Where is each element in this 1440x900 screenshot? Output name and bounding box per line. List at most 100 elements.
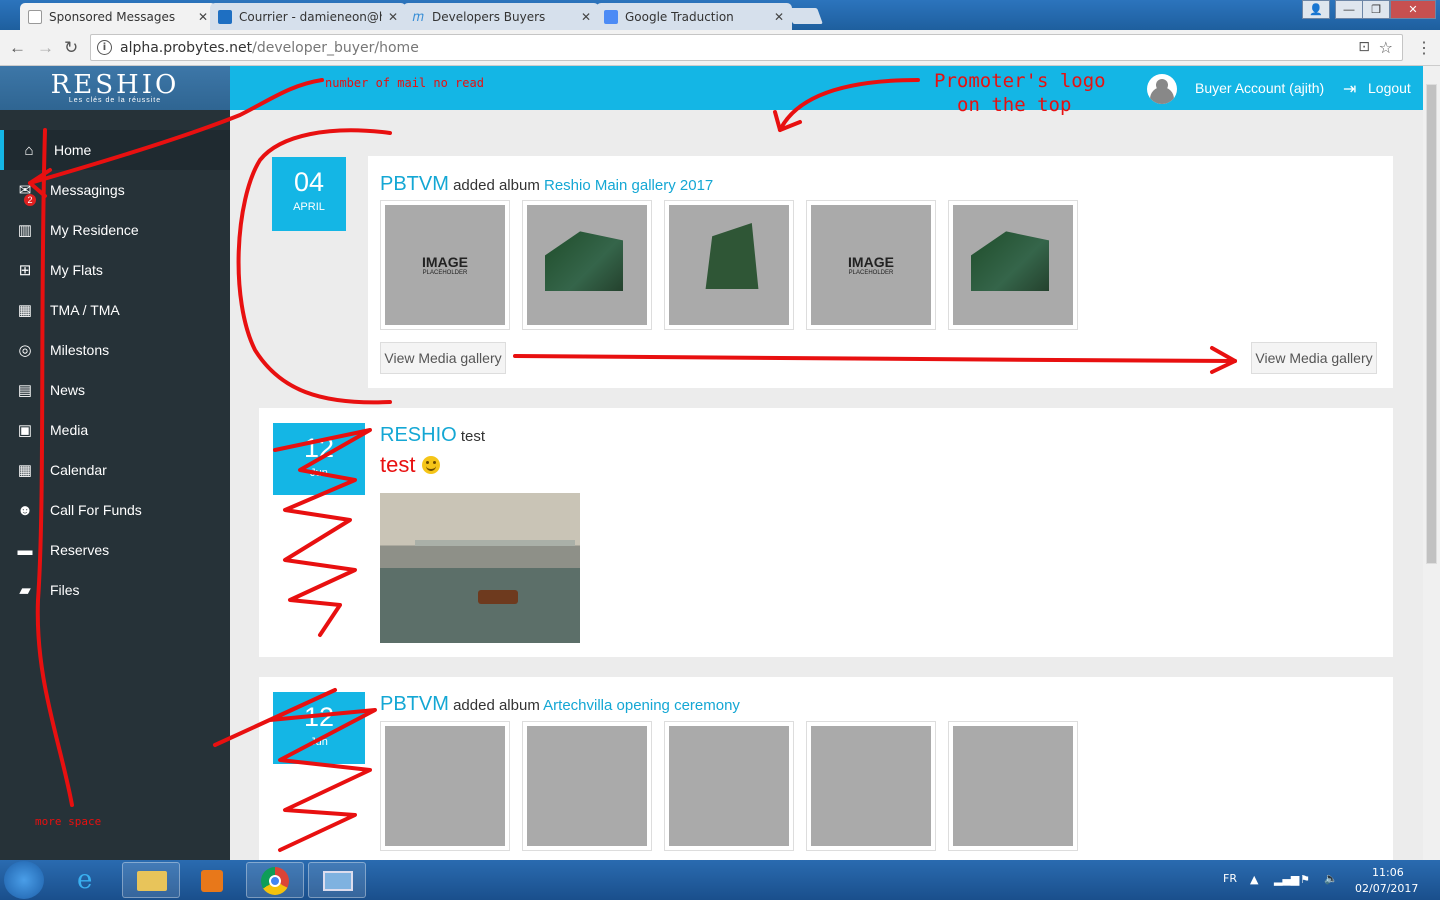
media-player-icon[interactable] [182, 862, 240, 898]
scrollbar-thumb[interactable] [1426, 84, 1437, 564]
close-icon[interactable]: ✕ [198, 10, 208, 24]
sidebar-item-label: Calendar [50, 462, 107, 478]
url-host: alpha.probytes.net [120, 39, 253, 56]
tab-title: Google Traduction [625, 9, 734, 24]
star-icon[interactable]: ☆ [1379, 38, 1393, 57]
close-icon[interactable]: ✕ [774, 10, 784, 24]
sidebar-item-milestons[interactable]: ◎ Milestons [0, 330, 230, 370]
logout-icon[interactable]: ⇥ [1343, 79, 1356, 99]
sidebar-item-label: My Residence [50, 222, 139, 238]
chrome-icon[interactable] [246, 862, 304, 898]
album-thumbnail[interactable] [522, 200, 652, 330]
avatar[interactable] [1147, 74, 1177, 104]
grid-icon: ⊞ [18, 262, 32, 279]
profile-button[interactable]: 👤 [1302, 0, 1330, 19]
close-icon[interactable]: ✕ [388, 10, 398, 24]
new-tab-button[interactable] [787, 8, 823, 24]
sidebar-item-label: TMA / TMA [50, 302, 120, 318]
photo [669, 205, 789, 325]
tab-developers-buyers[interactable]: 𝑚 Developers Buyers ✕ [403, 3, 599, 30]
album-thumbnail[interactable] [664, 200, 794, 330]
sidebar-item-label: Media [50, 422, 89, 438]
tab-title: Developers Buyers [432, 9, 546, 24]
bridge [415, 540, 575, 546]
album-thumbnail[interactable]: IMAGE PLACEHOLDER [806, 200, 936, 330]
post-action: test [460, 428, 486, 445]
start-button[interactable] [4, 861, 44, 899]
album-link[interactable]: Reshio Main gallery 2017 [544, 177, 713, 194]
album-thumbnail[interactable]: IMAGE PLACEHOLDER [380, 200, 510, 330]
back-icon[interactable]: ← [9, 38, 26, 58]
sidebar-item-label: Files [50, 582, 80, 598]
volume-icon[interactable]: 🔈 [1324, 872, 1338, 885]
network-icon[interactable]: ▂▄▆ [1274, 873, 1299, 886]
sidebar-item-home[interactable]: ⌂ Home [0, 130, 230, 170]
album-thumbnail[interactable] [948, 200, 1078, 330]
smiley-icon [421, 456, 440, 474]
view-media-gallery-button-right[interactable]: View Media gallery [1251, 342, 1377, 374]
address-bar[interactable]: i alpha.probytes.net /developer_buyer/ho… [90, 34, 1403, 61]
sidebar-item-call-for-funds[interactable]: ☻ Call For Funds [0, 490, 230, 530]
translate-icon[interactable]: ⊡ [1358, 39, 1370, 55]
card-icon: ▬ [17, 541, 33, 559]
ie-icon[interactable]: e [62, 862, 120, 898]
maximize-button[interactable]: ❐ [1362, 0, 1390, 19]
post-author[interactable]: PBTVM [380, 693, 449, 715]
post-body: test [380, 452, 440, 478]
sidebar-item-calendar[interactable]: ▦ Calendar [0, 450, 230, 490]
album-link[interactable]: Artechvilla opening ceremony [543, 697, 740, 714]
page-icon [28, 9, 42, 24]
tab-sponsored-messages[interactable]: Sponsored Messages ✕ [20, 3, 216, 30]
window-icon[interactable] [308, 862, 366, 898]
sidebar-item-media[interactable]: ▣ Media [0, 410, 230, 450]
post-action: added album [453, 177, 540, 194]
clock-date[interactable]: 02/07/2017 [1355, 882, 1418, 895]
close-icon[interactable]: ✕ [581, 10, 591, 24]
logout-link[interactable]: Logout [1368, 80, 1411, 96]
image-placeholder: IMAGE PLACEHOLDER [385, 205, 505, 325]
album-thumbnail[interactable] [664, 721, 794, 851]
tab-courrier[interactable]: Courrier - damieneon@h ✕ [210, 3, 406, 30]
tab-google-traduction[interactable]: Google Traduction ✕ [596, 3, 792, 30]
album-thumbnail[interactable] [522, 721, 652, 851]
album-thumbnail[interactable] [380, 721, 510, 851]
logo-text: RESHIO [50, 70, 180, 100]
post-author[interactable]: PBTVM [380, 173, 449, 195]
scrollbar[interactable] [1423, 66, 1440, 860]
users-icon: ☻ [17, 501, 33, 519]
logo[interactable]: RESHIO Les clés de la réussite [0, 66, 230, 110]
clock-time[interactable]: 11:06 [1372, 866, 1404, 879]
account-label[interactable]: Buyer Account (ajith) [1195, 80, 1324, 96]
album-thumbnail[interactable] [948, 721, 1078, 851]
sidebar-item-my-flats[interactable]: ⊞ My Flats [0, 250, 230, 290]
explorer-icon[interactable] [122, 862, 180, 898]
sidebar-item-news[interactable]: ▤ News [0, 370, 230, 410]
browser-toolbar: ← → ↻ i alpha.probytes.net /developer_bu… [0, 30, 1440, 66]
sidebar-item-files[interactable]: ▰ Files [0, 570, 230, 610]
post-date: 12 Jun [273, 423, 365, 495]
language-indicator[interactable]: FR [1223, 872, 1237, 885]
window-close-button[interactable]: ✕ [1390, 0, 1436, 19]
forward-icon[interactable]: → [37, 38, 54, 58]
tray-chevron-icon[interactable]: ▲ [1250, 873, 1258, 886]
post-title: RESHIO test [380, 424, 485, 447]
album-thumbnail[interactable] [806, 721, 936, 851]
post-title: PBTVM added album Reshio Main gallery 20… [380, 173, 713, 196]
post-author[interactable]: RESHIO [380, 424, 457, 446]
sidebar-item-reserves[interactable]: ▬ Reserves [0, 530, 230, 570]
photo [953, 205, 1073, 325]
menu-icon[interactable]: ⋮ [1416, 38, 1432, 58]
post-title: PBTVM added album Artechvilla opening ce… [380, 693, 740, 716]
reload-icon[interactable]: ↻ [64, 38, 78, 58]
sidebar-item-messagings[interactable]: ✉ 2 Messagings [0, 170, 230, 210]
sidebar-item-tma[interactable]: ▦ TMA / TMA [0, 290, 230, 330]
flag-icon[interactable]: ⚑ [1300, 873, 1310, 886]
minimize-button[interactable]: — [1335, 0, 1363, 19]
annotation-mail-note: number of mail no read [325, 76, 484, 90]
annotation-logo-note-2: on the top [957, 94, 1072, 116]
sidebar-item-my-residence[interactable]: ▥ My Residence [0, 210, 230, 250]
info-icon[interactable]: i [97, 40, 112, 55]
album-thumbnails [380, 721, 1078, 851]
view-media-gallery-button[interactable]: View Media gallery [380, 342, 506, 374]
post-image[interactable] [380, 493, 580, 643]
